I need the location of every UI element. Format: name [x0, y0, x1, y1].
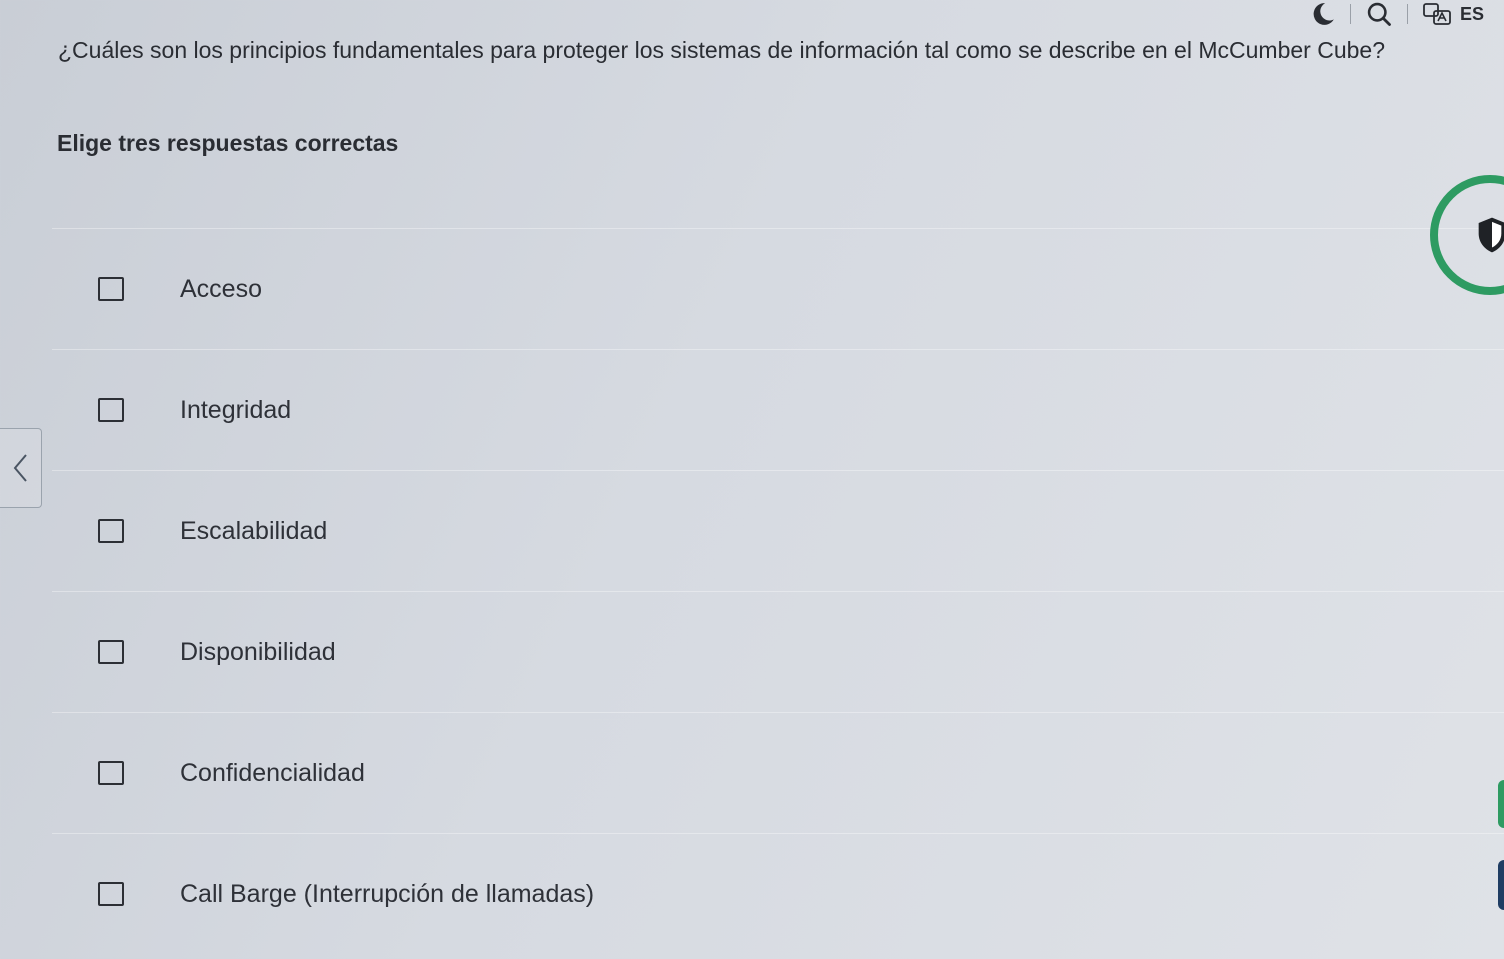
option-escalabilidad[interactable]: Escalabilidad — [52, 470, 1504, 591]
chevron-left-icon — [10, 451, 32, 485]
option-label: Escalabilidad — [180, 516, 328, 545]
option-confidencialidad[interactable]: Confidencialidad — [52, 712, 1504, 833]
checkbox[interactable] — [98, 519, 124, 543]
checkbox[interactable] — [98, 398, 124, 422]
instruction-text: Elige tres respuestas correctas — [57, 130, 399, 156]
edge-tab-blue — [1498, 860, 1504, 910]
translate-icon — [1422, 2, 1454, 26]
previous-button[interactable] — [0, 428, 42, 508]
checkbox[interactable] — [98, 761, 124, 785]
shield-icon — [1476, 216, 1504, 254]
edge-tab-green — [1498, 780, 1504, 828]
option-integridad[interactable]: Integridad — [52, 349, 1504, 470]
option-label: Confidencialidad — [180, 758, 365, 787]
question-text: ¿Cuáles son los principios fundamentales… — [58, 37, 1385, 63]
top-toolbar: ES — [1310, 0, 1484, 28]
option-acceso[interactable]: Acceso — [52, 228, 1504, 349]
option-label: Disponibilidad — [180, 637, 336, 666]
toolbar-divider — [1406, 4, 1408, 24]
option-disponibilidad[interactable]: Disponibilidad — [52, 591, 1504, 712]
language-code: ES — [1459, 3, 1484, 24]
option-call-barge[interactable]: Call Barge (Interrupción de llamadas) — [52, 833, 1504, 954]
dark-mode-icon[interactable] — [1310, 1, 1336, 27]
option-label: Acceso — [180, 274, 262, 303]
checkbox[interactable] — [98, 882, 124, 906]
checkbox[interactable] — [98, 277, 124, 301]
language-selector[interactable]: ES — [1422, 2, 1484, 26]
option-label: Call Barge (Interrupción de llamadas) — [180, 879, 595, 908]
checkbox[interactable] — [98, 640, 124, 664]
option-label: Integridad — [180, 395, 292, 424]
toolbar-divider — [1349, 4, 1351, 24]
search-icon[interactable] — [1365, 0, 1393, 28]
answer-options: Acceso Integridad Escalabilidad Disponib… — [52, 228, 1504, 954]
